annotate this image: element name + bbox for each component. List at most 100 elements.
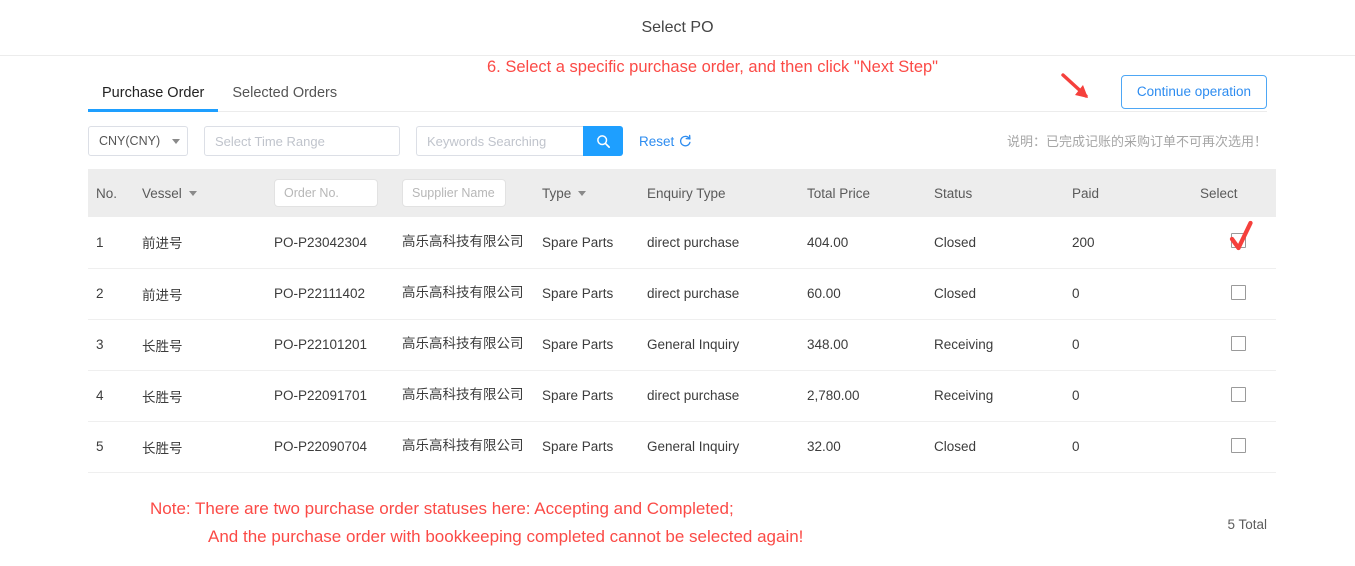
supplier-name-filter-input[interactable] xyxy=(402,179,506,207)
time-range-input[interactable] xyxy=(204,126,400,156)
table-row[interactable]: 4 长胜号 PO-P22091701 高乐高科技有限公司 Spare Parts… xyxy=(88,370,1276,422)
cell-total-price: 404.00 xyxy=(807,217,934,269)
table-row[interactable]: 3 长胜号 PO-P22101201 高乐高科技有限公司 Spare Parts… xyxy=(88,319,1276,371)
select-checkbox-wrapper xyxy=(1229,221,1253,251)
cell-vessel: 长胜号 xyxy=(142,319,274,371)
cell-order-no: PO-P22091701 xyxy=(274,370,402,422)
keyword-search-group xyxy=(416,126,623,156)
cell-vessel: 前进号 xyxy=(142,268,274,320)
cell-status: Closed xyxy=(934,421,1072,473)
refresh-icon xyxy=(680,134,691,147)
column-header-total-price: Total Price xyxy=(807,169,934,217)
cell-supplier: 高乐高科技有限公司 xyxy=(402,370,542,422)
cell-type: Spare Parts xyxy=(542,370,647,422)
table-header-row: No. Vessel Type xyxy=(88,169,1276,217)
cell-select xyxy=(1200,217,1276,269)
cell-vessel: 长胜号 xyxy=(142,421,274,473)
cell-no: 4 xyxy=(88,370,142,422)
row-select-checkbox[interactable] xyxy=(1230,335,1246,351)
cell-order-no: PO-P22090704 xyxy=(274,421,402,473)
table-body: 1 前进号 PO-P23042304 高乐高科技有限公司 Spare Parts… xyxy=(88,217,1276,473)
column-header-paid: Paid xyxy=(1072,169,1200,217)
cell-enquiry-type: direct purchase xyxy=(647,268,807,320)
cell-paid: 0 xyxy=(1072,421,1200,473)
currency-select-value: CNY(CNY) xyxy=(99,134,161,148)
row-select-checkbox[interactable] xyxy=(1230,233,1246,249)
reset-label: Reset xyxy=(639,133,675,149)
cell-paid: 0 xyxy=(1072,268,1200,320)
continue-operation-button[interactable]: Continue operation xyxy=(1120,75,1267,110)
row-select-checkbox[interactable] xyxy=(1230,284,1246,300)
cell-enquiry-type: General Inquiry xyxy=(647,421,807,473)
cell-total-price: 348.00 xyxy=(807,319,934,371)
cell-enquiry-type: direct purchase xyxy=(647,217,807,269)
column-header-vessel[interactable]: Vessel xyxy=(142,169,274,217)
cell-supplier: 高乐高科技有限公司 xyxy=(402,421,542,473)
cell-select xyxy=(1200,268,1276,320)
reset-button[interactable]: Reset xyxy=(639,134,692,149)
tab-selected-orders[interactable]: Selected Orders xyxy=(218,85,351,111)
cell-type: Spare Parts xyxy=(542,421,647,473)
cell-order-no: PO-P22101201 xyxy=(274,319,402,371)
table-row[interactable]: 2 前进号 PO-P22111402 高乐高科技有限公司 Spare Parts… xyxy=(88,268,1276,320)
cell-enquiry-type: General Inquiry xyxy=(647,319,807,371)
cell-no: 1 xyxy=(88,217,142,269)
cell-status: Closed xyxy=(934,268,1072,320)
table-footer: Note: There are two purchase order statu… xyxy=(88,473,1267,553)
cell-type: Spare Parts xyxy=(542,217,647,269)
column-header-type-label: Type xyxy=(542,185,572,201)
cell-order-no: PO-P22111402 xyxy=(274,268,402,320)
caret-down-icon xyxy=(578,190,587,196)
currency-select[interactable]: CNY(CNY) xyxy=(88,126,188,156)
cell-type: Spare Parts xyxy=(542,319,647,371)
order-no-filter-input[interactable] xyxy=(274,179,378,207)
column-header-supplier xyxy=(402,169,542,217)
cell-paid: 200 xyxy=(1072,217,1200,269)
cell-type: Spare Parts xyxy=(542,268,647,320)
filter-toolbar: CNY(CNY) Reset 说明：已完成记账的采购订单不可再次选用！ xyxy=(88,112,1267,169)
annotation-note: Note: There are two purchase order statu… xyxy=(150,495,803,551)
cell-enquiry-type: direct purchase xyxy=(647,370,807,422)
annotation-step-text: 6. Select a specific purchase order, and… xyxy=(487,58,939,76)
cell-supplier: 高乐高科技有限公司 xyxy=(402,319,542,371)
cell-supplier: 高乐高科技有限公司 xyxy=(402,217,542,269)
cell-supplier: 高乐高科技有限公司 xyxy=(402,268,542,320)
cell-status: Closed xyxy=(934,217,1072,269)
column-header-enquiry-type: Enquiry Type xyxy=(647,169,807,217)
annotation-note-line1: Note: There are two purchase order statu… xyxy=(150,498,734,518)
cell-paid: 0 xyxy=(1072,370,1200,422)
column-header-status: Status xyxy=(934,169,1072,217)
search-button[interactable] xyxy=(583,126,623,156)
cell-paid: 0 xyxy=(1072,319,1200,371)
table-row[interactable]: 5 长胜号 PO-P22090704 高乐高科技有限公司 Spare Parts… xyxy=(88,421,1276,473)
cell-select xyxy=(1200,421,1276,473)
tab-purchase-order[interactable]: Purchase Order xyxy=(88,85,219,112)
row-select-checkbox[interactable] xyxy=(1230,437,1246,453)
table-row[interactable]: 1 前进号 PO-P23042304 高乐高科技有限公司 Spare Parts… xyxy=(88,217,1276,269)
page-title: Select PO xyxy=(0,0,1355,56)
cell-no: 3 xyxy=(88,319,142,371)
cell-select xyxy=(1200,319,1276,371)
annotation-note-line2: And the purchase order with bookkeeping … xyxy=(208,526,804,546)
cell-total-price: 32.00 xyxy=(807,421,934,473)
cell-vessel: 长胜号 xyxy=(142,370,274,422)
column-header-order-no xyxy=(274,169,402,217)
row-select-checkbox[interactable] xyxy=(1230,386,1246,402)
cell-total-price: 2,780.00 xyxy=(807,370,934,422)
total-count: 5 Total xyxy=(1227,516,1267,532)
column-header-select: Select xyxy=(1200,169,1276,217)
cell-status: Receiving xyxy=(934,319,1072,371)
column-header-no: No. xyxy=(88,169,142,217)
purchase-order-table: No. Vessel Type xyxy=(88,169,1276,473)
column-header-type[interactable]: Type xyxy=(542,169,647,217)
bookkeeping-hint: 说明：已完成记账的采购订单不可再次选用！ xyxy=(1006,134,1267,149)
red-arrow-icon xyxy=(1061,73,1088,98)
caret-down-icon xyxy=(188,190,197,196)
cell-vessel: 前进号 xyxy=(142,217,274,269)
cell-total-price: 60.00 xyxy=(807,268,934,320)
modal-body: Purchase Order Selected Orders CNY(CNY) … xyxy=(0,70,1355,553)
cell-no: 5 xyxy=(88,421,142,473)
search-icon xyxy=(596,134,610,148)
cell-status: Receiving xyxy=(934,370,1072,422)
search-input[interactable] xyxy=(416,126,583,156)
